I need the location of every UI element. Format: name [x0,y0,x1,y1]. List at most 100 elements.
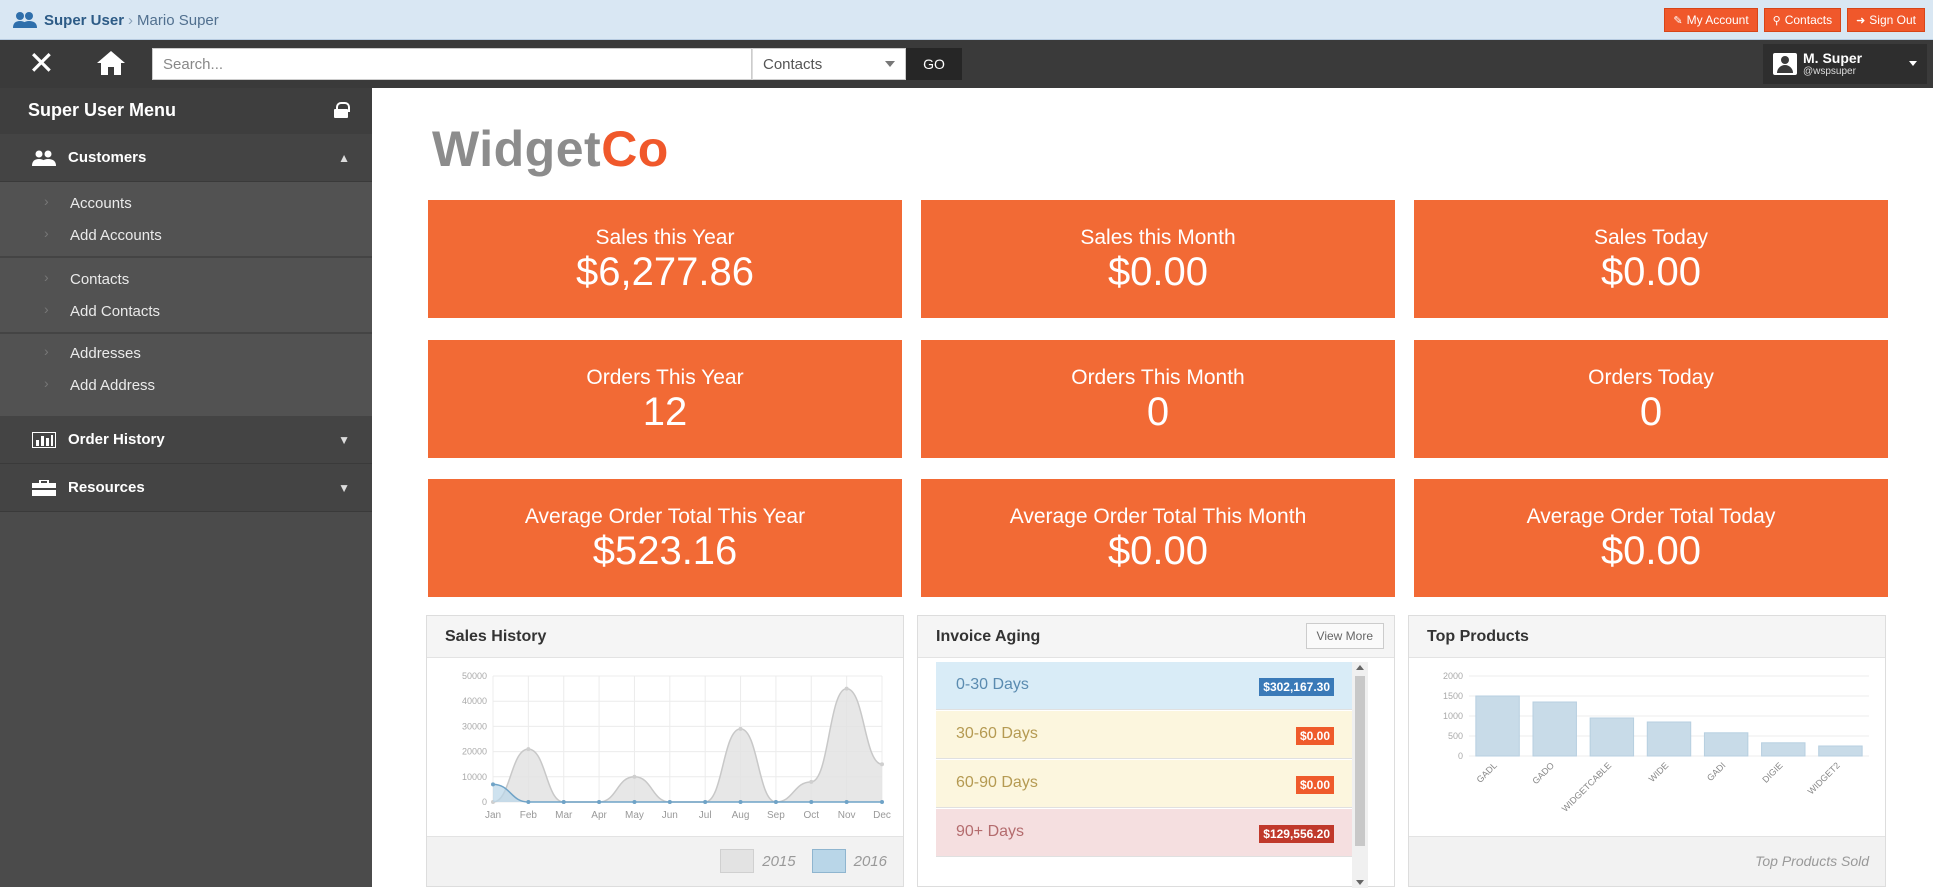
search-icon: ⚲ [1772,14,1781,27]
top-products-panel: Top Products 2000 1500 1000 500 0 GADL GADO WID… [1408,615,1886,887]
data-point [526,747,531,752]
my-account-button[interactable]: ✎ My Account [1664,8,1758,32]
data-point [844,686,849,691]
bar [1589,717,1635,757]
chevron-down-icon: ▼ [338,480,350,495]
x-tick-label: WIDGETCABLE [1560,760,1613,813]
data-point [526,800,531,804]
close-menu-icon[interactable]: ✕ [28,47,55,79]
sign-out-button[interactable]: ➜ Sign Out [1847,8,1925,32]
sidebar-item-add-address[interactable]: Add Address [0,370,372,402]
aging-label: 30-60 Days [956,725,1038,742]
sidebar-item-contacts[interactable]: Contacts [0,264,372,296]
bar [1761,742,1806,757]
stat-tile: Sales this Year $6,277.86 [428,200,902,318]
legend-swatch-2015 [720,849,755,873]
top-bar: Super User › Mario Super ✎ My Account ⚲ Co… [0,0,1933,40]
stat-tile: Average Order Total This Year $523.16 [428,479,902,597]
aging-label: 60-90 Days [956,774,1038,791]
scrollbar[interactable] [1352,662,1368,888]
x-tick-label: Jun [662,810,678,821]
sign-out-icon: ➜ [1856,14,1866,27]
bar [1703,732,1749,757]
chevron-up-icon: ▲ [338,150,350,165]
panel-footer: 2015 2016 [427,836,903,886]
chart-legend: 2015 2016 [720,849,887,873]
y-tick-label: 10000 [462,772,487,782]
sidebar-section-label: Customers [68,149,147,166]
logo-part-widget: Widget [432,121,602,177]
sidebar-section-label: Order History [68,431,165,448]
profile-menu[interactable]: M. Super @wspsuper [1763,44,1927,84]
go-button[interactable]: GO [906,48,962,80]
chevron-down-icon: ▼ [338,432,350,447]
legend-label: 2016 [853,852,887,870]
stat-tile: Orders Today 0 [1414,340,1888,458]
breadcrumb-role[interactable]: Super User [44,12,124,29]
x-tick-label: Sep [767,810,785,821]
contacts-button[interactable]: ⚲ Contacts [1763,8,1842,32]
data-point [738,800,743,804]
stat-tile: Orders This Month 0 [921,340,1395,458]
stat-value: $0.00 [1107,250,1209,294]
sidebar-item-add-contacts[interactable]: Add Contacts [0,296,372,328]
stat-label: Sales this Year [595,226,735,249]
search-scope-select[interactable]: Contacts [752,48,906,80]
scroll-down-icon[interactable] [1356,880,1364,885]
briefcase-icon [32,479,58,496]
search-input[interactable]: Search... [152,48,752,80]
profile-name: M. Super [1803,50,1863,66]
sidebar: Super User Menu Customers ▲ Accounts Add… [0,88,372,887]
stat-label: Average Order Total This Year [524,505,806,528]
view-more-button[interactable]: View More [1305,623,1384,649]
navbar: ✕ Search... Contacts GO M. Super @wspsup… [0,40,1933,88]
scroll-thumb[interactable] [1355,676,1365,846]
aging-row[interactable]: 0-30 Days $302,167.30 [936,662,1352,710]
y-tick-label: 2000 [1443,671,1463,681]
data-point [561,800,566,804]
panel-footer: Top Products Sold [1409,836,1885,886]
home-icon[interactable] [96,50,126,78]
stat-label: Sales Today [1593,226,1709,249]
stat-label: Orders Today [1588,366,1714,389]
series-area-2015 [493,688,882,802]
stat-tile: Sales Today $0.00 [1414,200,1888,318]
aging-row[interactable]: 30-60 Days $0.00 [936,711,1352,759]
aging-row[interactable]: 90+ Days $129,556.20 [936,809,1352,857]
sidebar-item-accounts[interactable]: Accounts [0,188,372,220]
top-actions: ✎ My Account ⚲ Contacts ➜ Sign Out [1664,8,1925,32]
x-tick-label: WIDE [1647,760,1671,784]
y-tick-label: 1500 [1443,691,1463,701]
sidebar-section-order-history[interactable]: Order History ▼ [0,416,372,464]
aging-row[interactable]: 60-90 Days $0.00 [936,760,1352,808]
sidebar-item-add-accounts[interactable]: Add Accounts [0,220,372,252]
data-point [880,800,884,804]
bar [1532,701,1577,757]
sidebar-section-resources[interactable]: Resources ▼ [0,464,372,512]
contacts-label: Contacts [1784,13,1833,27]
stat-value: $0.00 [1600,529,1702,573]
sidebar-title-text: Super User Menu [28,100,177,120]
data-point [880,762,884,767]
sidebar-divider [0,332,372,334]
x-tick-label: GADL [1475,760,1499,784]
sidebar-item-addresses[interactable]: Addresses [0,338,372,370]
x-tick-label: Apr [591,810,607,821]
sidebar-section-label: Resources [68,479,145,496]
data-point [738,726,743,731]
search-scope-value: Contacts [763,56,823,73]
x-tick-label: Mar [555,810,573,821]
x-tick-label: Oct [803,810,819,821]
breadcrumb-user: Mario Super [137,11,219,29]
lock-icon[interactable] [334,102,350,118]
stat-tile: Average Order Total Today $0.00 [1414,479,1888,597]
legend-label: 2015 [762,852,796,870]
x-tick-label: Aug [732,810,750,821]
aging-label: 0-30 Days [956,676,1029,693]
sidebar-section-customers[interactable]: Customers ▲ [0,134,372,182]
scroll-up-icon[interactable] [1356,665,1364,670]
stat-label: Average Order Total Today [1526,505,1776,528]
data-point [491,782,495,787]
sales-history-panel: Sales History 50000 40000 30000 20000 10000 0… [426,615,904,887]
breadcrumb-separator: › [128,11,134,29]
